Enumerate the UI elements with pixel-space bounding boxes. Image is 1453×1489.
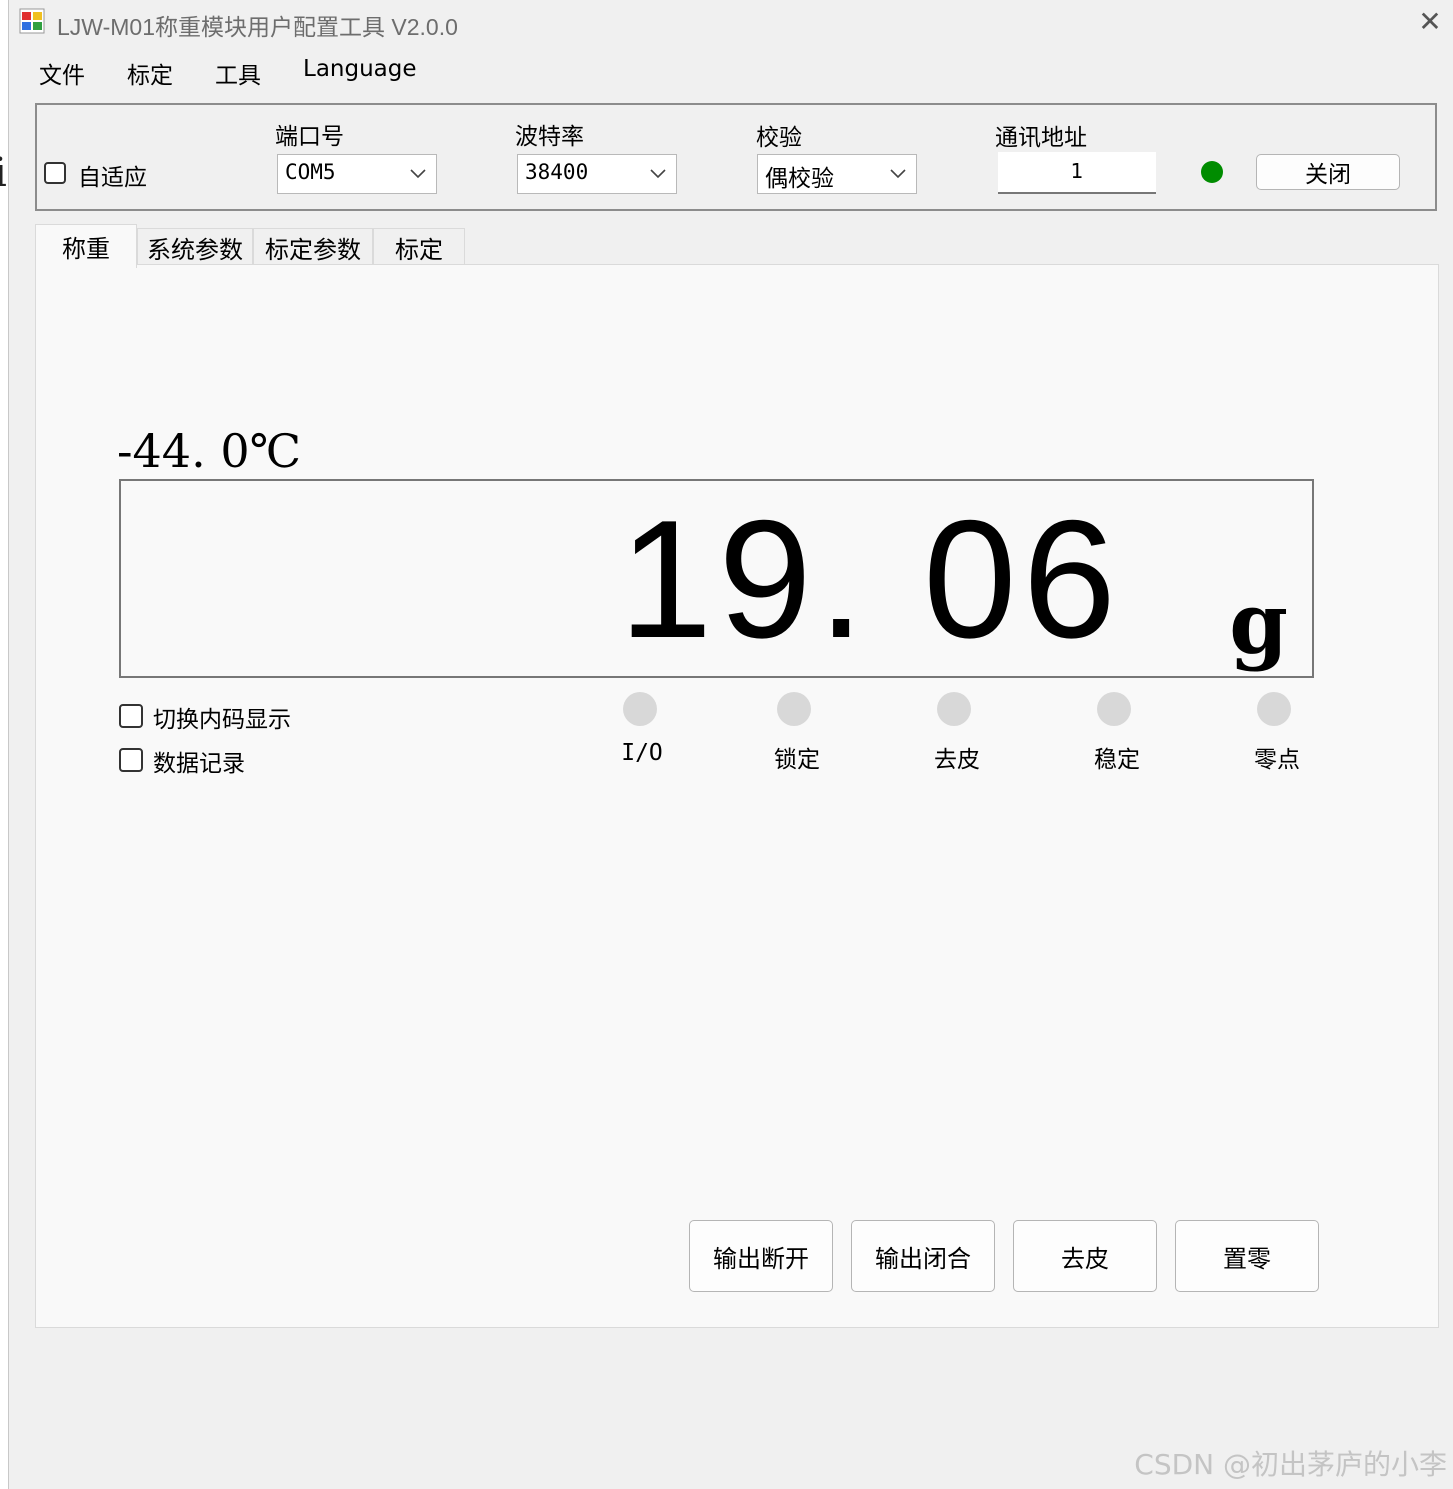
baud-label: 波特率 [515,124,584,150]
indicator-zero-label: 零点 [1254,747,1300,773]
temperature-readout: -44. 0℃ [117,424,302,478]
chevron-down-icon [410,169,426,179]
data-record-checkbox[interactable] [119,748,143,772]
menu-language[interactable]: Language [303,56,417,82]
menu-file[interactable]: 文件 [39,56,85,90]
tab-calibration-params[interactable]: 标定参数 [253,228,373,266]
weight-value: 19. 06 [618,485,1122,673]
indicator-stable-led [1097,692,1131,726]
port-value: COM5 [285,160,336,184]
weight-display: 19. 06 g [119,479,1314,678]
close-port-button[interactable]: 关闭 [1256,154,1400,190]
address-label: 通讯地址 [995,125,1087,151]
port-label: 端口号 [275,124,344,150]
indicator-io-label: I/O [621,740,663,766]
tab-calibration[interactable]: 标定 [373,228,465,266]
baud-select[interactable]: 38400 [517,154,677,194]
window-title: LJW-M01称重模块用户配置工具 V2.0.0 [57,14,458,40]
menu-calibrate[interactable]: 标定 [127,56,173,90]
zero-button[interactable]: 置零 [1175,1220,1319,1292]
menu-tools[interactable]: 工具 [215,56,261,90]
indicator-io-led [623,692,657,726]
switch-code-checkbox[interactable] [119,704,143,728]
output-on-button[interactable]: 输出闭合 [851,1220,995,1292]
parity-value: 偶校验 [765,166,834,192]
tare-button[interactable]: 去皮 [1013,1220,1157,1292]
title-bar: LJW-M01称重模块用户配置工具 V2.0.0 ✕ [9,0,1453,46]
watermark: CSDN @初出茅庐的小李 [1134,1448,1447,1481]
indicator-tare-label: 去皮 [934,747,980,773]
data-record-label: 数据记录 [153,751,245,777]
connection-status-led [1201,161,1223,183]
connection-group: 自适应 端口号 COM5 波特率 38400 校验 偶校验 通讯地址 1 关闭 [35,103,1437,211]
switch-code-label: 切换内码显示 [153,707,291,733]
close-window-icon[interactable]: ✕ [1407,0,1453,42]
baud-value: 38400 [525,160,589,184]
chevron-down-icon [890,169,906,179]
adaptive-label: 自适应 [78,165,147,191]
indicator-tare-led [937,692,971,726]
adaptive-checkbox[interactable] [44,162,66,184]
port-select[interactable]: COM5 [277,154,437,194]
weight-unit: g [1229,574,1288,673]
indicator-lock-label: 锁定 [774,747,820,773]
output-off-button[interactable]: 输出断开 [689,1220,833,1292]
background-glyph: i [0,150,7,196]
tab-weighing[interactable]: 称重 [35,224,137,268]
indicator-stable-label: 稳定 [1094,747,1140,773]
menu-bar: 文件 标定 工具 Language [9,48,1453,98]
indicator-zero-led [1257,692,1291,726]
parity-select[interactable]: 偶校验 [757,154,917,194]
tab-system-params[interactable]: 系统参数 [137,228,253,266]
chevron-down-icon [650,169,666,179]
background-window-edge: i [0,0,8,1489]
app-icon [19,8,45,34]
indicator-lock-led [777,692,811,726]
address-input[interactable]: 1 [998,152,1156,194]
app-window: LJW-M01称重模块用户配置工具 V2.0.0 ✕ 文件 标定 工具 Lang… [8,0,1453,1489]
parity-label: 校验 [756,125,802,151]
